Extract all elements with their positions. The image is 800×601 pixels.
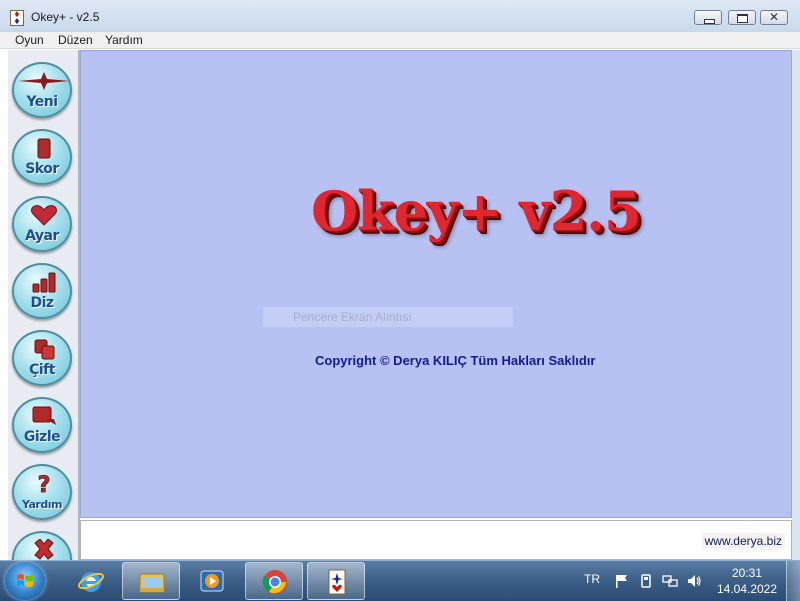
- pair-label: Çift: [29, 362, 55, 378]
- maximize-button[interactable]: [728, 10, 756, 25]
- menu-oyun[interactable]: Oyun: [15, 33, 44, 47]
- window-title: Okey+ - v2.5: [31, 10, 100, 24]
- menu-duzen[interactable]: Düzen: [58, 33, 93, 47]
- game-area[interactable]: Okey+ v2.5 Pencere Ekran Alıntısı Copyri…: [80, 50, 792, 518]
- close-x-icon: [34, 539, 54, 560]
- okey-app-icon: [328, 569, 346, 595]
- minimize-icon: [695, 11, 721, 24]
- language-indicator[interactable]: TR: [584, 572, 600, 586]
- title-bar: ♦ ♦ Okey+ - v2.5 ✕: [0, 0, 800, 33]
- website-link[interactable]: www.derya.biz: [701, 533, 785, 549]
- close-icon: ✕: [768, 10, 780, 24]
- sidebar: Yeni Skor Ayar Diz Çift Gizle ? Yardım: [8, 50, 80, 560]
- show-desktop-button[interactable]: [786, 561, 800, 601]
- clock-date: 14.04.2022: [716, 582, 778, 596]
- taskbar-ie[interactable]: [62, 562, 120, 600]
- splash-title: Okey+ v2.5: [311, 179, 642, 243]
- menu-yardim[interactable]: Yardım: [105, 33, 143, 47]
- sort-label: Diz: [30, 295, 54, 311]
- settings-button[interactable]: Ayar: [12, 196, 72, 252]
- maximize-icon: [729, 11, 755, 24]
- app-icon[interactable]: ♦ ♦: [10, 10, 24, 26]
- taskbar-okey[interactable]: [307, 562, 365, 600]
- hide-tile-icon: [32, 406, 56, 425]
- new-game-label: Yeni: [26, 94, 58, 110]
- media-player-icon: [200, 570, 224, 592]
- taskbar: TR 20:31 14.04.2022: [0, 560, 800, 601]
- help-button[interactable]: ? Yardım: [12, 464, 72, 520]
- copyright-text: Copyright © Derya KILIÇ Tüm Hakları Sakl…: [315, 353, 596, 368]
- action-center-flag-icon[interactable]: [614, 573, 630, 589]
- minimize-button[interactable]: [694, 10, 722, 25]
- clock-time: 20:31: [731, 566, 763, 580]
- close-button[interactable]: ✕: [760, 10, 788, 25]
- heart-icon: [31, 205, 57, 226]
- score-label: Skor: [25, 161, 59, 177]
- chrome-icon: [262, 570, 287, 594]
- system-clock[interactable]: 20:31 14.04.2022: [712, 565, 782, 597]
- sort-button[interactable]: Diz: [12, 263, 72, 319]
- score-button[interactable]: Skor: [12, 129, 72, 185]
- settings-label: Ayar: [25, 228, 59, 244]
- hide-button[interactable]: Gizle: [12, 397, 72, 453]
- pair-button[interactable]: Çift: [12, 330, 72, 386]
- usb-device-icon[interactable]: [638, 573, 654, 589]
- exit-button[interactable]: [12, 531, 72, 560]
- internet-explorer-icon: [78, 572, 104, 592]
- question-icon: ?: [37, 473, 51, 494]
- taskbar-chrome[interactable]: [245, 562, 303, 600]
- taskbar-explorer[interactable]: [122, 562, 180, 600]
- start-button[interactable]: [5, 562, 45, 600]
- network-icon[interactable]: [662, 573, 678, 589]
- bars-icon: [32, 272, 56, 293]
- svg-text:?: ?: [38, 473, 51, 494]
- new-game-button[interactable]: Yeni: [12, 62, 72, 118]
- snip-overlay-label: Pencere Ekran Alıntısı: [263, 307, 513, 327]
- help-label: Yardım: [22, 498, 62, 511]
- hide-label: Gizle: [23, 429, 61, 445]
- pair-tiles-icon: [34, 339, 55, 360]
- file-explorer-icon: [139, 573, 165, 593]
- volume-icon[interactable]: [686, 573, 702, 589]
- menu-bar: Oyun Düzen Yardım: [0, 32, 800, 49]
- status-bar: www.derya.biz: [80, 520, 792, 560]
- window-right-border: [792, 50, 800, 560]
- taskbar-media-player[interactable]: [183, 562, 241, 600]
- star-icon: [18, 72, 70, 90]
- tile-icon: [37, 138, 51, 159]
- windows-logo-icon: [17, 574, 33, 587]
